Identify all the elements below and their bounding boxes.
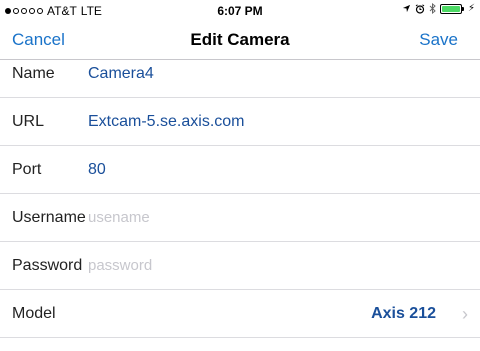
- username-row[interactable]: Username: [0, 194, 480, 242]
- password-label: Password: [12, 257, 83, 274]
- page-title: Edit Camera: [190, 30, 290, 49]
- password-row[interactable]: Password: [0, 242, 480, 290]
- url-label: URL: [12, 113, 45, 130]
- name-row[interactable]: Name Camera4: [0, 50, 480, 98]
- location-arrow-icon: [402, 4, 411, 13]
- username-field[interactable]: [88, 209, 388, 226]
- camera-form: Name Camera4 URL Extcam-5.se.axis.com Po…: [0, 50, 480, 338]
- battery-icon: [439, 3, 464, 14]
- url-field[interactable]: Extcam-5.se.axis.com: [88, 113, 244, 131]
- name-field[interactable]: Camera4: [88, 65, 154, 83]
- model-row[interactable]: Model Axis 212 ›: [0, 290, 480, 338]
- save-button[interactable]: Save: [419, 30, 458, 50]
- model-value: Axis 212: [371, 305, 436, 322]
- port-label: Port: [12, 161, 42, 178]
- alarm-clock-icon: [415, 3, 425, 14]
- username-label: Username: [12, 209, 86, 226]
- name-label: Name: [12, 65, 55, 82]
- url-row[interactable]: URL Extcam-5.se.axis.com: [0, 98, 480, 146]
- charging-bolt-icon: ⚡: [467, 3, 475, 14]
- port-row[interactable]: Port 80: [0, 146, 480, 194]
- chevron-right-icon: ›: [462, 304, 468, 324]
- password-field[interactable]: [88, 257, 388, 274]
- status-right: ⚡: [402, 3, 475, 14]
- status-bar: AT&T LTE 6:07 PM ⚡: [0, 0, 480, 22]
- bluetooth-icon: [429, 3, 436, 14]
- cancel-button[interactable]: Cancel: [12, 30, 65, 50]
- model-label: Model: [12, 305, 56, 322]
- port-field[interactable]: 80: [88, 161, 106, 179]
